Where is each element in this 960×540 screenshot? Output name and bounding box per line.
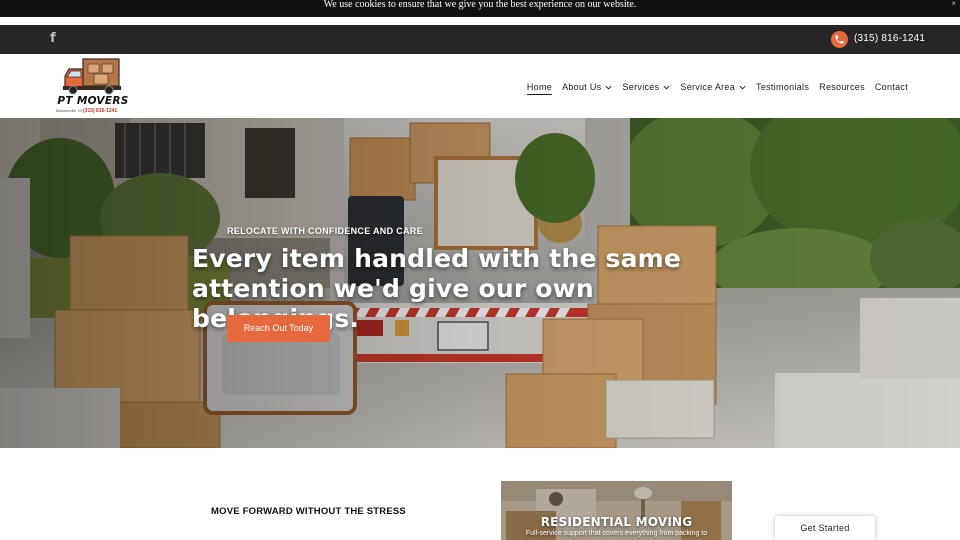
nav-contact[interactable]: Contact <box>875 82 908 92</box>
cookie-banner: We use cookies to ensure that we give yo… <box>0 0 960 17</box>
top-bar: f (315) 816-1241 <box>0 25 960 54</box>
nav-service-area-label: Service Area <box>680 82 736 92</box>
hero-eyebrow: RELOCATE WITH CONFIDENCE AND CARE <box>227 226 423 236</box>
section-tagline: MOVE FORWARD WITHOUT THE STRESS <box>211 506 406 517</box>
residential-moving-card[interactable]: RESIDENTIAL MOVING Full-service support … <box>501 481 732 540</box>
nav-services-label: Services <box>622 82 660 92</box>
logo-phone: (315) 816-1241 <box>83 108 118 114</box>
nav-about-us-label: About Us <box>562 82 602 92</box>
nav-home[interactable]: Home <box>526 82 553 95</box>
logo[interactable]: PT MOVERS Baldwinsville, NY (315) 816-12… <box>53 57 135 115</box>
phone-icon[interactable] <box>831 31 848 48</box>
truck-logo-icon <box>63 58 121 95</box>
main-nav: Home About Us Services Service Area Test… <box>517 80 908 95</box>
facebook-icon[interactable]: f <box>50 31 56 46</box>
nav-home-label: Home <box>526 82 553 92</box>
nav-resources[interactable]: Resources <box>819 82 865 92</box>
chevron-down-icon <box>606 85 612 89</box>
cookie-spacer <box>0 17 960 25</box>
reach-out-button[interactable]: Reach Out Today <box>227 315 330 342</box>
residential-card-description: Full-service support that covers everyth… <box>525 530 708 537</box>
hero: RELOCATE WITH CONFIDENCE AND CARE Every … <box>0 118 960 448</box>
chevron-down-icon <box>739 85 746 89</box>
nav-service-area[interactable]: Service Area <box>680 82 746 92</box>
cookie-message: We use cookies to ensure that we give yo… <box>323 0 637 10</box>
cookie-close-button[interactable]: × <box>951 0 956 8</box>
get-started-button[interactable]: Get Started <box>775 516 875 540</box>
nav-resources-label: Resources <box>819 82 865 92</box>
section-heading-partial <box>230 532 420 540</box>
nav-about-us[interactable]: About Us <box>562 82 612 92</box>
nav-services[interactable]: Services <box>622 82 670 92</box>
page: We use cookies to ensure that we give yo… <box>0 0 960 540</box>
nav-testimonials-label: Testimonials <box>756 82 810 92</box>
logo-location: Baldwinsville, NY <box>56 109 83 113</box>
logo-name: PT MOVERS <box>57 95 129 107</box>
residential-card-title: RESIDENTIAL MOVING <box>540 515 693 529</box>
top-phone-number[interactable]: (315) 816-1241 <box>854 33 925 44</box>
nav-testimonials[interactable]: Testimonials <box>756 82 809 92</box>
chevron-down-icon <box>663 85 670 89</box>
nav-contact-label: Contact <box>874 82 908 92</box>
site-header: PT MOVERS Baldwinsville, NY (315) 816-12… <box>0 54 960 118</box>
